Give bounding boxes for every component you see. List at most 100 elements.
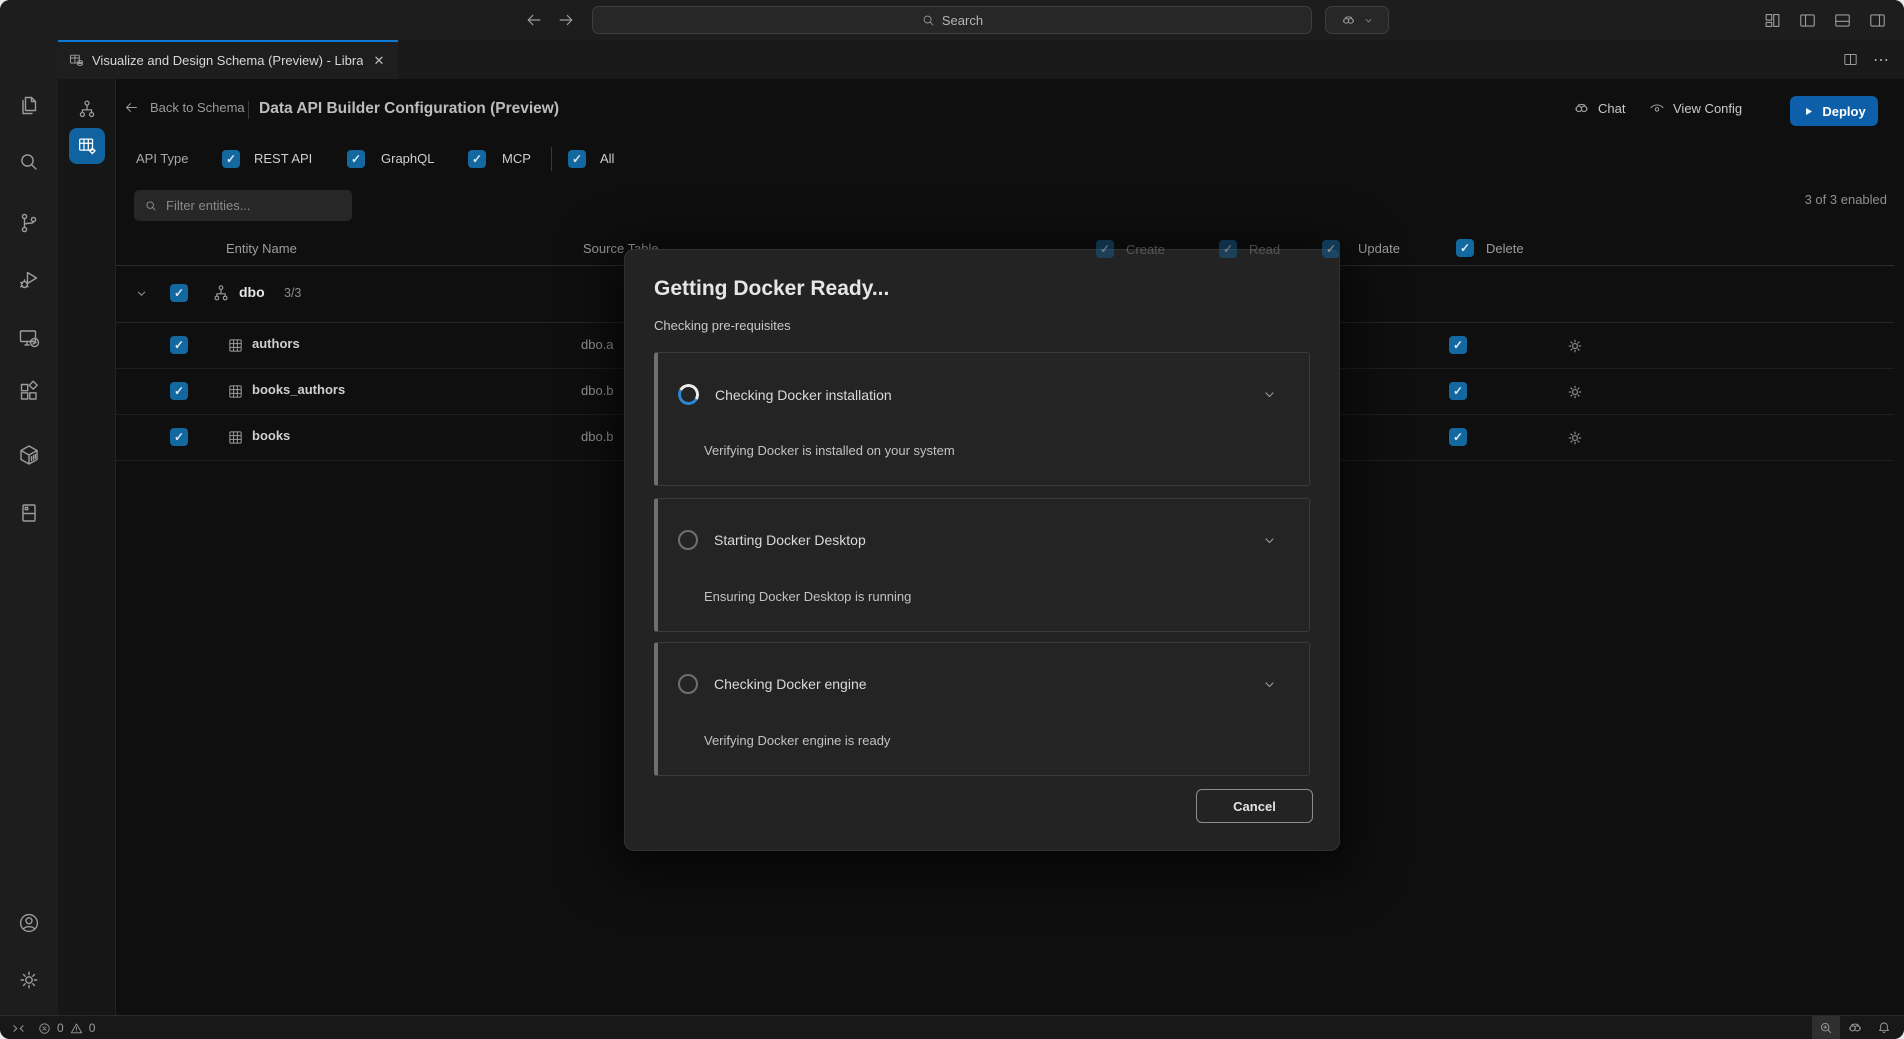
customize-layout-button[interactable] bbox=[1759, 8, 1785, 32]
tab-bar: Visualize and Design Schema (Preview) - … bbox=[58, 40, 1904, 79]
group-checkbox[interactable] bbox=[170, 284, 188, 302]
delete-checkbox[interactable] bbox=[1449, 428, 1467, 446]
step-description: Ensuring Docker Desktop is running bbox=[704, 589, 911, 604]
designer-rail bbox=[58, 79, 116, 1015]
create-column-checkbox[interactable] bbox=[1096, 240, 1114, 258]
col-entity-name: Entity Name bbox=[226, 241, 297, 256]
activity-bar bbox=[0, 40, 58, 1015]
tab-label: Visualize and Design Schema (Preview) - … bbox=[92, 53, 363, 68]
entity-name: books_authors bbox=[252, 382, 345, 397]
chevron-down-icon bbox=[1362, 14, 1375, 27]
error-count: 0 bbox=[57, 1021, 64, 1035]
group-name: dbo bbox=[239, 284, 265, 300]
warning-icon bbox=[69, 1021, 84, 1036]
containers-icon[interactable] bbox=[17, 443, 41, 467]
row-checkbox[interactable] bbox=[170, 382, 188, 400]
row-settings-gear-icon[interactable] bbox=[1566, 429, 1584, 447]
zoom-indicator-icon[interactable] bbox=[1812, 1016, 1840, 1039]
search-icon bbox=[144, 199, 158, 213]
split-editor-icon[interactable] bbox=[1842, 51, 1859, 68]
pending-circle-icon bbox=[678, 674, 698, 694]
search-placeholder: Search bbox=[942, 13, 983, 28]
table-icon bbox=[227, 383, 244, 400]
group-count: 3/3 bbox=[284, 286, 301, 300]
view-config-button[interactable]: View Config bbox=[1648, 99, 1742, 117]
problems-indicator[interactable]: 0 0 bbox=[37, 1017, 95, 1039]
database-server-icon[interactable] bbox=[17, 501, 41, 525]
delete-column-checkbox[interactable] bbox=[1456, 239, 1474, 257]
run-debug-icon[interactable] bbox=[17, 268, 41, 292]
extensions-icon[interactable] bbox=[17, 380, 41, 404]
cancel-button[interactable]: Cancel bbox=[1196, 789, 1313, 823]
remote-indicator-icon[interactable] bbox=[10, 1020, 27, 1037]
more-actions-icon[interactable]: ⋯ bbox=[1873, 50, 1890, 70]
copilot-icon bbox=[1572, 99, 1591, 118]
read-column-checkbox[interactable] bbox=[1219, 240, 1237, 258]
col-create: Create bbox=[1126, 242, 1165, 257]
explorer-icon[interactable] bbox=[17, 94, 41, 118]
play-icon bbox=[1802, 105, 1815, 118]
accounts-icon[interactable] bbox=[17, 911, 41, 935]
chat-button[interactable]: Chat bbox=[1572, 99, 1625, 118]
nav-forward-button[interactable] bbox=[553, 7, 579, 33]
chevron-down-icon[interactable] bbox=[1260, 385, 1279, 404]
chevron-down-icon[interactable] bbox=[133, 285, 150, 302]
delete-checkbox[interactable] bbox=[1449, 382, 1467, 400]
schema-icon bbox=[211, 283, 231, 303]
row-settings-gear-icon[interactable] bbox=[1566, 337, 1584, 355]
search-icon bbox=[921, 13, 936, 28]
filter-placeholder: Filter entities... bbox=[166, 198, 251, 213]
notifications-bell-icon[interactable] bbox=[1870, 1016, 1898, 1039]
back-label: Back to Schema bbox=[150, 100, 245, 115]
filter-entities-input[interactable]: Filter entities... bbox=[134, 190, 352, 221]
graphql-checkbox[interactable] bbox=[347, 150, 365, 168]
source-table-value: dbo.b bbox=[581, 429, 614, 444]
all-label: All bbox=[600, 151, 614, 166]
col-read: Read bbox=[1249, 242, 1280, 257]
nav-back-button[interactable] bbox=[521, 7, 547, 33]
entity-name: authors bbox=[252, 336, 300, 351]
source-table-value: dbo.b bbox=[581, 383, 614, 398]
deploy-button[interactable]: Deploy bbox=[1790, 96, 1878, 126]
step-title: Checking Docker installation bbox=[715, 387, 892, 403]
chevron-down-icon[interactable] bbox=[1260, 531, 1279, 550]
table-designer-view-button[interactable] bbox=[69, 128, 105, 164]
api-type-label: API Type bbox=[136, 151, 189, 166]
step-card-docker-installation: Checking Docker installation Verifying D… bbox=[654, 352, 1310, 486]
toggle-secondary-sidebar-button[interactable] bbox=[1864, 8, 1890, 32]
step-card-docker-desktop: Starting Docker Desktop Ensuring Docker … bbox=[654, 498, 1310, 632]
step-card-docker-engine: Checking Docker engine Verifying Docker … bbox=[654, 642, 1310, 776]
copilot-menu-button[interactable] bbox=[1325, 6, 1389, 34]
entity-name: books bbox=[252, 428, 290, 443]
warning-count: 0 bbox=[89, 1021, 96, 1035]
command-search-box[interactable]: Search bbox=[592, 6, 1312, 34]
api-type-divider bbox=[551, 147, 552, 171]
copilot-status-icon[interactable] bbox=[1840, 1016, 1870, 1039]
settings-gear-icon[interactable] bbox=[17, 968, 41, 992]
tab-close-icon[interactable]: ✕ bbox=[370, 52, 388, 70]
back-to-schema-link[interactable]: Back to Schema bbox=[123, 99, 245, 116]
toggle-panel-button[interactable] bbox=[1829, 8, 1855, 32]
all-checkbox[interactable] bbox=[568, 150, 586, 168]
docker-ready-dialog: Getting Docker Ready... Checking pre-req… bbox=[624, 249, 1340, 851]
update-column-checkbox[interactable] bbox=[1322, 240, 1340, 258]
search-view-icon[interactable] bbox=[17, 150, 41, 174]
graphql-label: GraphQL bbox=[381, 151, 434, 166]
titlebar: Search bbox=[0, 0, 1904, 40]
row-settings-gear-icon[interactable] bbox=[1566, 383, 1584, 401]
step-title: Starting Docker Desktop bbox=[714, 532, 866, 548]
schema-diagram-view-button[interactable] bbox=[69, 91, 105, 127]
source-control-icon[interactable] bbox=[17, 211, 41, 235]
delete-checkbox[interactable] bbox=[1449, 336, 1467, 354]
mcp-checkbox[interactable] bbox=[468, 150, 486, 168]
chevron-down-icon[interactable] bbox=[1260, 675, 1279, 694]
row-checkbox[interactable] bbox=[170, 336, 188, 354]
dialog-subtitle: Checking pre-requisites bbox=[654, 318, 791, 333]
error-icon bbox=[37, 1021, 52, 1036]
row-checkbox[interactable] bbox=[170, 428, 188, 446]
loading-spinner-icon bbox=[676, 382, 702, 408]
tab-visualize-schema[interactable]: Visualize and Design Schema (Preview) - … bbox=[58, 40, 398, 79]
rest-api-checkbox[interactable] bbox=[222, 150, 240, 168]
remote-explorer-icon[interactable] bbox=[17, 326, 41, 350]
toggle-sidebar-button[interactable] bbox=[1794, 8, 1820, 32]
